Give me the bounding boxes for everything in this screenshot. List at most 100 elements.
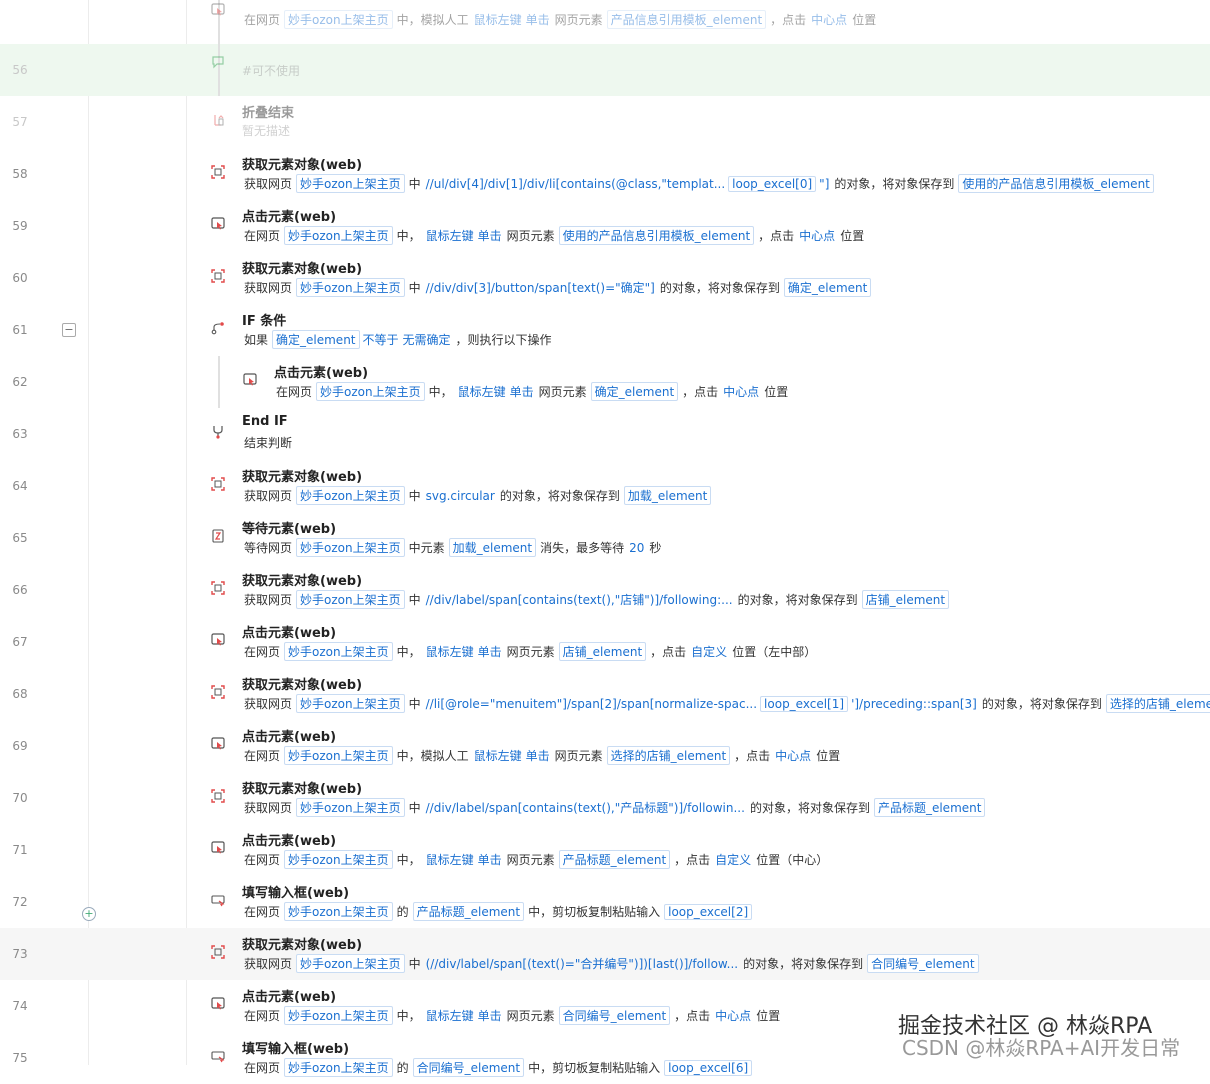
flow-step-row[interactable]: 56 #可不使用 — [0, 44, 1210, 96]
variable-chip[interactable]: 产品信息引用模板_element — [606, 10, 767, 29]
flow-step-row[interactable]: 70 获取元素对象(web) 获取网页 妙手ozon上架主页中 //div/label/… — [0, 772, 1210, 824]
variable-chip[interactable]: 妙手ozon上架主页 — [284, 746, 393, 765]
variable-chip[interactable]: 产品标题_element — [873, 798, 986, 817]
description-text: 位置 — [840, 229, 865, 243]
line-number: 65 — [12, 531, 28, 545]
param-value[interactable]: 中心点 — [774, 747, 812, 764]
param-value[interactable]: 鼠标左键 — [425, 643, 475, 660]
variable-chip[interactable]: 妙手ozon上架主页 — [284, 850, 393, 869]
variable-chip[interactable]: 妙手ozon上架主页 — [284, 10, 393, 29]
param-value[interactable]: //ul/div[4]/div[1]/div/li[contains(@clas… — [425, 177, 727, 191]
add-step-button[interactable]: + — [82, 907, 96, 921]
param-value[interactable]: 20 — [628, 541, 645, 555]
variable-chip[interactable]: 使用的产品信息引用模板_element — [558, 226, 755, 245]
variable-chip[interactable]: 合同编号_element — [867, 954, 979, 973]
variable-chip[interactable]: 产品标题_element — [558, 850, 671, 869]
param-value[interactable]: 单击 — [477, 643, 503, 660]
param-value[interactable]: 无需确定 — [402, 331, 452, 348]
flow-step-row[interactable]: 72 填写输入框(web) 在网页 妙手ozon上架主页的产品标题_element 中，… — [0, 876, 1210, 928]
flow-step-row[interactable]: 58 获取元素对象(web) 获取网页 妙手ozon上架主页中 //ul/div[4]/… — [0, 148, 1210, 200]
line-number: 61 — [12, 323, 28, 337]
flow-step-row[interactable]: 71 点击元素(web) 在网页 妙手ozon上架主页 中， 鼠标左键 单击 网页元素 产品标题… — [0, 824, 1210, 876]
variable-chip[interactable]: loop_excel[0] — [728, 175, 817, 192]
flow-step-row[interactable]: 62 点击元素(web) 在网页 妙手ozon上架主页 中， 鼠标左键 单击 网页元素 确定_e… — [0, 356, 1210, 408]
flow-step-row[interactable]: 73 获取元素对象(web) 获取网页 妙手ozon上架主页中 (//div/label… — [0, 928, 1210, 980]
variable-chip[interactable]: 妙手ozon上架主页 — [296, 538, 405, 557]
variable-chip[interactable]: 妙手ozon上架主页 — [284, 226, 393, 245]
variable-chip[interactable]: 选择的店铺_element — [606, 746, 731, 765]
variable-chip[interactable]: 妙手ozon上架主页 — [296, 174, 405, 193]
param-value[interactable]: 单击 — [509, 383, 535, 400]
flow-step-row[interactable]: 59 点击元素(web) 在网页 妙手ozon上架主页 中， 鼠标左键 单击 网页元素 使用的产… — [0, 200, 1210, 252]
param-value[interactable]: 鼠标左键 — [473, 747, 523, 764]
fold-end-icon — [210, 112, 226, 128]
param-value[interactable]: 鼠标左键 — [457, 383, 507, 400]
flow-step-row[interactable]: 67 点击元素(web) 在网页 妙手ozon上架主页 中， 鼠标左键 单击 网页元素 店铺_e… — [0, 616, 1210, 668]
variable-chip[interactable]: 妙手ozon上架主页 — [284, 1006, 393, 1025]
variable-chip[interactable]: 选择的店铺_element — [1105, 694, 1210, 713]
flow-step-row[interactable]: 66 获取元素对象(web) 获取网页 妙手ozon上架主页中 //div/label/… — [0, 564, 1210, 616]
param-value[interactable]: (//div/label/span[(text()="合并编号")])[last… — [425, 955, 739, 972]
param-value[interactable]: 中心点 — [798, 227, 836, 244]
variable-chip[interactable]: 妙手ozon上架主页 — [284, 902, 393, 921]
param-value[interactable]: //div/div[3]/button/span[text()="确定"] — [425, 279, 656, 296]
variable-chip[interactable]: loop_excel[1] — [760, 695, 849, 712]
param-value[interactable]: 单击 — [525, 747, 551, 764]
variable-chip[interactable]: 妙手ozon上架主页 — [316, 382, 425, 401]
variable-chip[interactable]: 产品标题_element — [412, 902, 525, 921]
variable-chip[interactable]: 妙手ozon上架主页 — [296, 694, 405, 713]
variable-chip[interactable]: 妙手ozon上架主页 — [284, 1058, 393, 1077]
param-value[interactable]: 鼠标左键 — [425, 227, 475, 244]
variable-chip[interactable]: 合同编号_element — [412, 1058, 525, 1077]
flow-step-row[interactable]: 61 − IF 条件 如果 确定_element 不等于 无需确定 ，则执行以下操作 — [0, 304, 1210, 356]
variable-chip[interactable]: loop_excel[6] — [664, 1059, 753, 1076]
flow-step-row[interactable]: 63 End IF 结束判断 — [0, 408, 1210, 460]
flow-step-row[interactable]: 60 获取元素对象(web) 获取网页 妙手ozon上架主页中 //div/div[3]… — [0, 252, 1210, 304]
flow-step-row[interactable]: 65 等待元素(web) 等待网页 妙手ozon上架主页 中元素 加载_element 消失… — [0, 512, 1210, 564]
flow-step-row[interactable]: 在网页 妙手ozon上架主页 中，模拟人工 鼠标左键 单击 网页元素 产品信息引用模板_el… — [0, 0, 1210, 44]
variable-chip[interactable]: 妙手ozon上架主页 — [296, 954, 405, 973]
param-value[interactable]: //div/label/span[contains(text(),"产品标题")… — [425, 799, 746, 816]
param-value[interactable]: 单击 — [477, 227, 503, 244]
variable-chip[interactable]: 店铺_element — [558, 642, 647, 661]
variable-chip[interactable]: 妙手ozon上架主页 — [296, 590, 405, 609]
flow-step-row[interactable]: 68 获取元素对象(web) 获取网页 妙手ozon上架主页中 //li[@role="… — [0, 668, 1210, 720]
param-value[interactable]: 自定义 — [714, 851, 752, 868]
param-value[interactable]: 单击 — [477, 851, 503, 868]
variable-chip[interactable]: 妙手ozon上架主页 — [296, 798, 405, 817]
variable-chip[interactable]: 使用的产品信息引用模板_element — [958, 174, 1154, 193]
param-value[interactable]: 自定义 — [690, 643, 728, 660]
param-value[interactable]: svg.circular — [425, 489, 496, 503]
param-value[interactable]: 中心点 — [810, 11, 848, 28]
variable-chip[interactable]: 确定_element — [272, 330, 360, 349]
variable-chip[interactable]: 妙手ozon上架主页 — [296, 486, 405, 505]
variable-chip[interactable]: 妙手ozon上架主页 — [284, 642, 393, 661]
param-value[interactable]: 鼠标左键 — [425, 851, 475, 868]
param-value[interactable]: 单击 — [477, 1007, 503, 1024]
variable-chip[interactable]: 店铺_element — [861, 590, 950, 609]
param-value[interactable]: ']/preceding::span[3] — [850, 697, 978, 711]
variable-chip[interactable]: 加载_element — [623, 486, 712, 505]
param-value[interactable]: 中心点 — [714, 1007, 752, 1024]
collapse-toggle-button[interactable]: − — [62, 323, 76, 337]
param-value[interactable]: 单击 — [525, 11, 551, 28]
param-value[interactable]: //div/label/span[contains(text(),"店铺")]/… — [425, 591, 734, 608]
variable-chip[interactable]: 确定_element — [590, 382, 679, 401]
variable-chip[interactable]: loop_excel[2] — [664, 903, 753, 920]
variable-chip[interactable]: 确定_element — [783, 278, 872, 297]
param-value[interactable]: 鼠标左键 — [425, 1007, 475, 1024]
description-text: ，点击 — [650, 645, 687, 659]
param-value[interactable]: 中心点 — [722, 383, 760, 400]
variable-chip[interactable]: 妙手ozon上架主页 — [296, 278, 405, 297]
param-value[interactable]: //li[@role="menuitem"]/span[2]/span[norm… — [425, 697, 758, 711]
param-value[interactable]: 不等于 — [362, 331, 400, 348]
line-number: 60 — [12, 271, 28, 285]
flow-step-row[interactable]: 69 点击元素(web) 在网页 妙手ozon上架主页 中，模拟人工 鼠标左键 单击 网页元素… — [0, 720, 1210, 772]
param-value[interactable]: 鼠标左键 — [473, 11, 523, 28]
line-number: 73 — [12, 947, 28, 961]
flow-step-row[interactable]: 57 折叠结束 暂无描述 — [0, 96, 1210, 148]
flow-step-row[interactable]: 64 获取元素对象(web) 获取网页 妙手ozon上架主页中 svg.circular… — [0, 460, 1210, 512]
param-value[interactable]: "] — [818, 177, 830, 191]
variable-chip[interactable]: 加载_element — [448, 538, 537, 557]
variable-chip[interactable]: 合同编号_element — [558, 1006, 671, 1025]
